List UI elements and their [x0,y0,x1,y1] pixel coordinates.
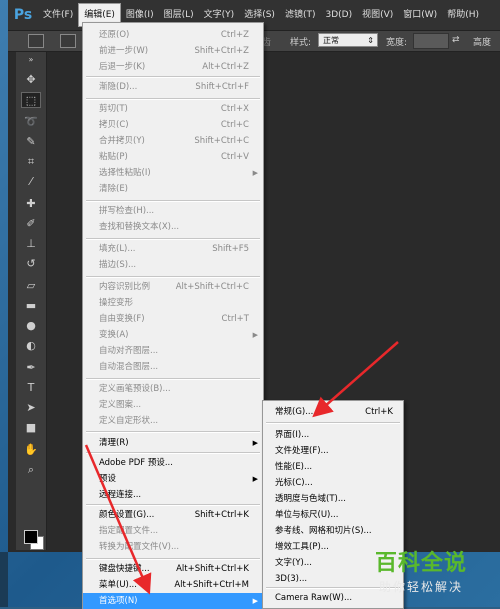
arrow-to-preferences [84,444,152,595]
watermark: 百科全说 助你轻松解决 [365,545,495,600]
annotation-arrows [84,341,399,595]
watermark-title: 百科全说 [375,551,468,576]
arrow-to-general [312,341,399,418]
watermark-subtitle: 助你轻松解决 [379,580,464,594]
